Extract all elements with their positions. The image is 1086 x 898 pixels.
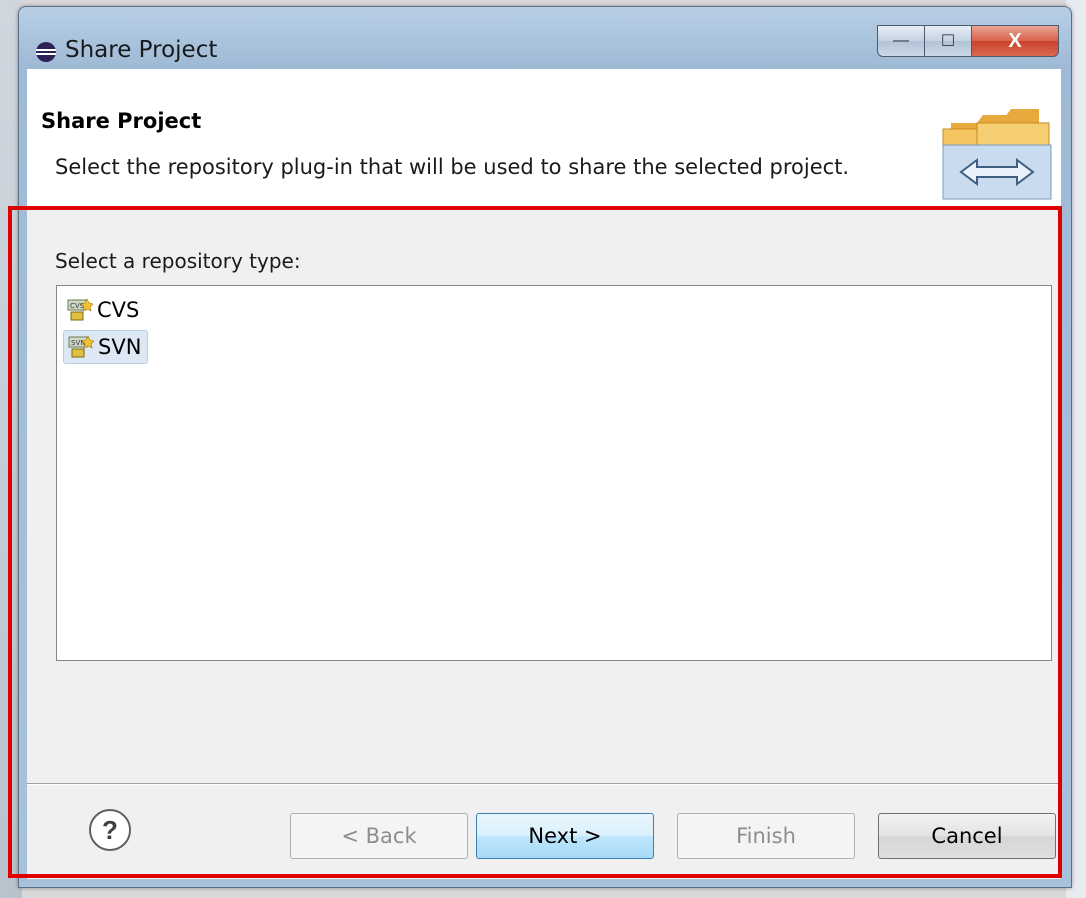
svg-text:SVN: SVN: [71, 339, 85, 347]
maximize-button[interactable]: ☐: [924, 25, 972, 57]
repository-type-label-svn: SVN: [98, 335, 142, 359]
svn-repository-icon: SVN: [68, 335, 94, 358]
close-icon: X: [1008, 29, 1022, 52]
cvs-repository-icon: CVS: [67, 298, 93, 321]
next-button-label: Next >: [528, 824, 602, 848]
finish-button-label: Finish: [736, 824, 796, 848]
list-item-svn[interactable]: SVN SVN: [63, 330, 149, 364]
minimize-icon: —: [893, 32, 909, 49]
close-button[interactable]: X: [971, 25, 1059, 57]
button-bar-separator: [27, 783, 1061, 785]
dialog-client-area: Share Project Select the repository plug…: [27, 69, 1061, 879]
svg-text:CVS: CVS: [70, 302, 85, 310]
cancel-button-label: Cancel: [931, 824, 1003, 848]
wizard-description: Select the repository plug-in that will …: [55, 155, 850, 179]
back-button[interactable]: < Back: [290, 813, 468, 859]
help-button[interactable]: ?: [89, 809, 131, 851]
wizard-title: Share Project: [41, 109, 202, 133]
back-button-label: < Back: [341, 824, 417, 848]
repository-type-label-cvs: CVS: [97, 298, 140, 322]
window-controls: — ☐ X: [877, 25, 1059, 57]
wizard-header: Share Project Select the repository plug…: [27, 69, 1061, 208]
window-title: Share Project: [65, 37, 218, 63]
finish-button[interactable]: Finish: [677, 813, 855, 859]
cancel-button[interactable]: Cancel: [878, 813, 1056, 859]
maximize-icon: ☐: [940, 33, 956, 50]
minimize-button[interactable]: —: [877, 25, 925, 57]
title-bar[interactable]: Share Project — ☐ X: [19, 7, 1071, 69]
repository-type-list[interactable]: CVS CVS SVN SVN: [56, 285, 1052, 661]
eclipse-icon: [36, 42, 56, 62]
next-button[interactable]: Next >: [476, 813, 654, 859]
repository-type-label: Select a repository type:: [55, 249, 301, 273]
share-project-dialog: Share Project — ☐ X Share Project Select…: [18, 6, 1072, 888]
help-icon: ?: [102, 814, 118, 845]
list-item-cvs[interactable]: CVS CVS: [63, 294, 145, 326]
share-folders-icon: [942, 109, 1052, 200]
